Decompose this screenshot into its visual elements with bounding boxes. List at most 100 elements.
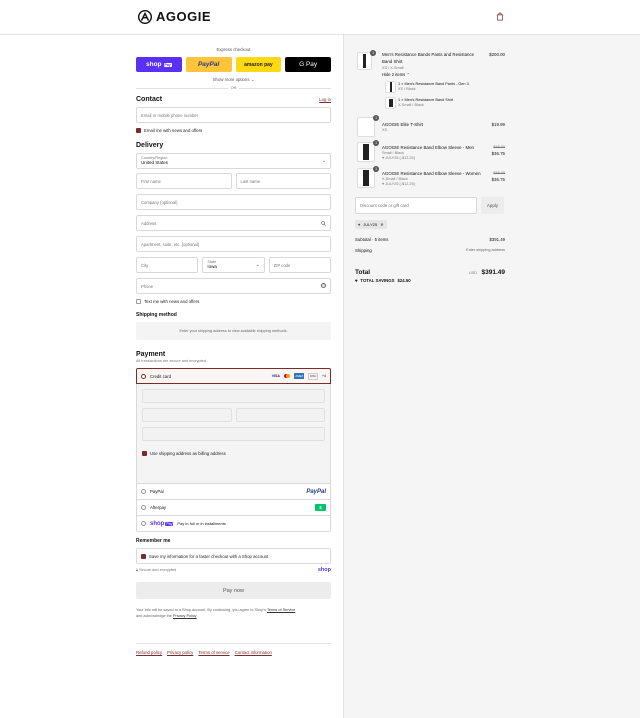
item-price: $36.75: [491, 151, 505, 156]
subtotal-row: Subtotal · 5 items $391.49: [355, 237, 505, 242]
visa-icon: VISA: [271, 374, 280, 378]
privacy-link[interactable]: Privacy Policy: [173, 614, 197, 618]
paypal-logo: PayPal: [306, 488, 326, 495]
last-name-field[interactable]: Last name: [235, 173, 331, 189]
contact-title: Contact: [136, 96, 163, 103]
original-price: $49.00: [493, 171, 505, 175]
google-pay-button[interactable]: G Pay: [285, 57, 331, 72]
lock-icon: 🔒︎: [136, 568, 139, 572]
quantity-badge: 1: [373, 166, 379, 172]
remember-title: Remember me: [136, 538, 171, 544]
footer-links: Refund policy Privacy policy Terms of se…: [136, 643, 331, 655]
contact-information-link[interactable]: Contact information: [235, 650, 272, 655]
text-news-checkbox[interactable]: [136, 299, 141, 304]
billing-checkbox-row[interactable]: Use shipping address as billing address: [142, 451, 325, 456]
quantity-badge: 1: [373, 140, 379, 146]
help-icon[interactable]: ?: [321, 283, 326, 288]
credit-card-form: Use shipping address as billing address: [136, 384, 331, 484]
contact-header: Contact Log in: [136, 96, 331, 103]
or-divider: OR: [136, 86, 332, 90]
name-row: First name Last name: [136, 173, 331, 189]
mastercard-icon: [283, 374, 291, 378]
search-icon: [321, 221, 326, 226]
apply-button[interactable]: Apply: [481, 197, 504, 214]
tag-icon: ⌖: [355, 278, 358, 283]
item-price: $200.00: [489, 52, 505, 57]
original-price: $49.00: [493, 145, 505, 149]
shop-pay-button[interactable]: shop Pay: [136, 57, 182, 72]
city-row: City State Iowa ⌄ ZIP code: [136, 257, 331, 273]
disclaimer: Your info will be saved to a Shop accoun…: [136, 608, 296, 618]
agogie-logo-icon: [138, 9, 152, 24]
country-select[interactable]: Country/Region United States ⌄: [136, 153, 331, 169]
terms-of-service-link[interactable]: Terms of service: [198, 650, 229, 655]
shop-pay-radio[interactable]: [141, 521, 146, 526]
express-buttons: shop Pay PayPal amazon pay G Pay: [136, 57, 331, 72]
quantity-badge: 1: [370, 50, 376, 56]
card-number-field[interactable]: [142, 389, 325, 403]
refund-policy-link[interactable]: Refund policy: [136, 650, 162, 655]
text-news-row[interactable]: Text me with news and offers: [136, 299, 331, 304]
city-field[interactable]: City: [136, 257, 199, 273]
tag-icon: ⌖: [382, 182, 385, 186]
cvv-field[interactable]: [235, 408, 325, 422]
shop-pay-option[interactable]: shop Pay Pay in full or in installments: [136, 516, 331, 532]
billing-checkbox[interactable]: [142, 451, 147, 456]
phone-field[interactable]: Phone ?: [136, 278, 331, 294]
show-more-options[interactable]: Show more options ⌄: [136, 77, 331, 83]
expiry-field[interactable]: [142, 408, 232, 422]
credit-card-radio[interactable]: [141, 373, 146, 379]
afterpay-option[interactable]: Afterpay $: [136, 500, 331, 516]
credit-card-option[interactable]: Credit card VISA AMEX DISC +4: [136, 368, 331, 384]
chevron-down-icon: ⌄: [250, 77, 255, 82]
terms-link[interactable]: Terms of Service: [267, 608, 295, 612]
product-image: [357, 117, 375, 137]
afterpay-logo: $: [315, 504, 326, 511]
product-image: [357, 142, 375, 162]
delivery-title: Delivery: [136, 142, 164, 149]
privacy-policy-link[interactable]: Privacy policy: [167, 650, 193, 655]
shop-pay-logo: shop: [150, 520, 165, 527]
remember-option[interactable]: Save my information for a faster checkou…: [136, 548, 331, 564]
tag-icon: ⌖: [358, 222, 361, 227]
more-cards-badge: +4: [322, 374, 326, 378]
secure-label: 🔒︎ Secure and encrypted: [136, 568, 177, 572]
discover-icon: DISC: [308, 372, 318, 380]
hide-items-toggle[interactable]: Hide 2 items ⌃: [382, 72, 410, 77]
chevron-down-icon: ⌄: [255, 262, 260, 268]
close-icon[interactable]: ✕: [380, 222, 383, 227]
pay-now-button[interactable]: Pay now: [136, 582, 331, 599]
discount-line: ⌖ JULY25 (-$12.25): [382, 182, 415, 186]
discount-code-input[interactable]: Discount code or gift card: [355, 197, 477, 214]
brand-logo[interactable]: AGOGIE: [138, 9, 211, 24]
paypal-button[interactable]: PayPal: [185, 57, 232, 72]
first-name-field[interactable]: First name: [136, 173, 232, 189]
checkout-form: Express checkout shop Pay PayPal amazon p…: [136, 35, 332, 655]
zip-field[interactable]: ZIP code: [268, 257, 331, 273]
shop-logo: shop: [317, 567, 331, 573]
total-row: Total USD $391.49: [355, 269, 505, 276]
news-checkbox[interactable]: [136, 128, 141, 133]
remember-checkbox[interactable]: [141, 553, 146, 559]
discount-line: ⌖ JULY25 (-$12.25): [382, 156, 415, 160]
email-field[interactable]: Email or mobile phone number: [136, 107, 331, 123]
name-on-card-field[interactable]: [142, 427, 325, 441]
amazon-pay-button[interactable]: amazon pay: [235, 57, 282, 72]
paypal-radio[interactable]: [141, 489, 146, 494]
product-image: [385, 81, 396, 93]
item-price: $19.99: [491, 122, 505, 127]
state-select[interactable]: State Iowa ⌄: [202, 257, 265, 273]
news-checkbox-row[interactable]: Email me with news and offers: [136, 128, 331, 133]
product-image: [357, 168, 375, 188]
chevron-down-icon: ⌄: [321, 158, 326, 164]
apartment-field[interactable]: Apartment, suite, etc. (optional): [136, 236, 331, 252]
shopping-bag-icon[interactable]: [496, 12, 504, 21]
header: AGOGIE: [0, 0, 640, 35]
company-field[interactable]: Company (optional): [136, 194, 331, 210]
login-link[interactable]: Log in: [319, 97, 331, 102]
afterpay-radio[interactable]: [141, 505, 146, 510]
quantity-badge: 1: [373, 115, 379, 121]
address-field[interactable]: Address: [136, 215, 331, 231]
shipping-method-notice: Enter your shipping address to view avai…: [136, 322, 331, 340]
paypal-option[interactable]: PayPal PayPal: [136, 484, 331, 500]
